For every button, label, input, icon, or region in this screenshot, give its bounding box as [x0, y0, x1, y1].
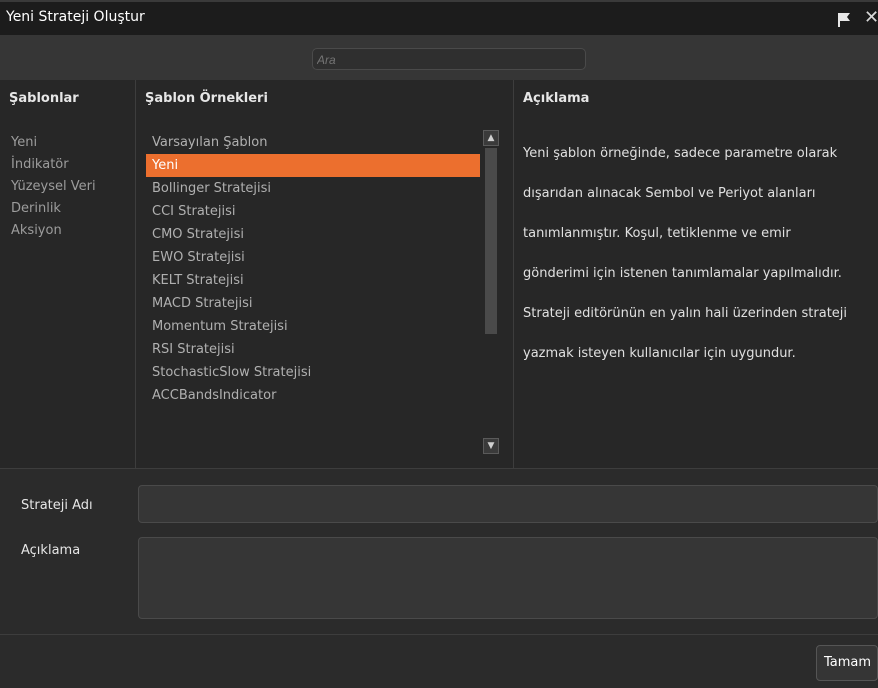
templates-list: Yeni İndikatör Yüzeysel Veri Derinlik Ak… [11, 132, 96, 242]
example-item[interactable]: Varsayılan Şablon [146, 131, 480, 154]
strategy-form: Strateji Adı Açıklama [0, 468, 878, 635]
templates-header: Şablonlar [9, 91, 79, 106]
title-bar: Yeni Strateji Oluştur ✕ [0, 0, 878, 35]
examples-scrollbar[interactable]: ▲ ▼ [482, 130, 500, 456]
description-column: Açıklama Yeni şablon örneğinde, sadece p… [514, 80, 878, 468]
description-line: gönderimi için istenen tanımlamalar yapı… [523, 266, 842, 281]
examples-column: Şablon Örnekleri Varsayılan Şablon Yeni … [136, 80, 514, 468]
pin-icon[interactable] [834, 10, 852, 28]
template-category[interactable]: Aksiyon [11, 220, 96, 242]
examples-list: Varsayılan Şablon Yeni Bollinger Stratej… [146, 131, 480, 407]
example-item[interactable]: RSI Stratejisi [146, 338, 480, 361]
example-item[interactable]: CMO Stratejisi [146, 223, 480, 246]
example-item-selected[interactable]: Yeni [146, 154, 480, 177]
examples-header: Şablon Örnekleri [145, 91, 268, 106]
description-header: Açıklama [523, 91, 590, 106]
template-category[interactable]: İndikatör [11, 154, 96, 176]
dialog-footer: Tamam [0, 634, 878, 688]
search-bar [0, 35, 878, 80]
scroll-thumb[interactable] [485, 148, 497, 334]
description-line: dışarıdan alınacak Sembol ve Periyot ala… [523, 186, 816, 201]
template-category[interactable]: Derinlik [11, 198, 96, 220]
strategy-name-input[interactable] [138, 485, 878, 523]
example-item[interactable]: Bollinger Stratejisi [146, 177, 480, 200]
description-line: tanımlanmıştır. Koşul, tetiklenme ve emi… [523, 226, 791, 241]
template-category[interactable]: Yüzeysel Veri [11, 176, 96, 198]
template-category[interactable]: Yeni [11, 132, 96, 154]
example-item[interactable]: CCI Stratejisi [146, 200, 480, 223]
ok-button[interactable]: Tamam [816, 645, 878, 681]
example-item[interactable]: KELT Stratejisi [146, 269, 480, 292]
example-item[interactable]: StochasticSlow Stratejisi [146, 361, 480, 384]
close-icon[interactable]: ✕ [864, 7, 878, 28]
templates-column: Şablonlar Yeni İndikatör Yüzeysel Veri D… [0, 80, 136, 468]
description-line: Yeni şablon örneğinde, sadece parametre … [523, 146, 838, 161]
example-item[interactable]: Momentum Stratejisi [146, 315, 480, 338]
example-item[interactable]: EWO Stratejisi [146, 246, 480, 269]
strategy-name-label: Strateji Adı [21, 498, 93, 513]
example-item[interactable]: MACD Stratejisi [146, 292, 480, 315]
window-title: Yeni Strateji Oluştur [6, 9, 145, 25]
scroll-up-icon[interactable]: ▲ [483, 130, 499, 146]
description-line: Strateji editörünün en yalın hali üzerin… [523, 306, 848, 321]
description-input[interactable] [138, 537, 878, 619]
example-item[interactable]: ACCBandsIndicator [146, 384, 480, 407]
search-input[interactable] [312, 48, 586, 70]
scroll-down-icon[interactable]: ▼ [483, 438, 499, 454]
description-line: yazmak isteyen kullanıcılar için uygundu… [523, 346, 796, 361]
description-label: Açıklama [21, 543, 81, 558]
description-text: Yeni şablon örneğinde, sadece parametre … [523, 124, 878, 384]
